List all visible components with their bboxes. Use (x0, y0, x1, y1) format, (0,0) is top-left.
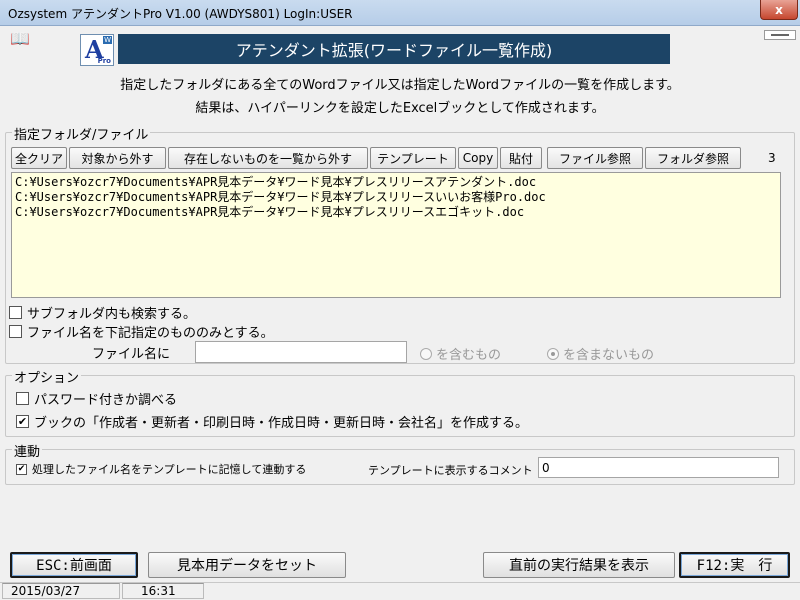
paste-button[interactable]: 貼付 (500, 147, 542, 169)
check-mark-icon[interactable]: ✔ (16, 463, 27, 475)
app-logo: A W Pro (80, 34, 114, 66)
filename-input[interactable] (195, 341, 407, 363)
list-item[interactable]: C:¥Users¥ozcr7¥Documents¥APR見本データ¥ワード見本¥… (15, 190, 777, 205)
check-mark-icon[interactable]: ✔ (16, 415, 29, 428)
create-properties-checkbox[interactable]: ✔ ブックの「作成者・更新者・印刷日時・作成日時・更新日時・会社名」を作成する。 (16, 412, 528, 431)
window-close-button[interactable]: x (760, 0, 798, 20)
file-count: 3 (768, 151, 776, 165)
browse-file-button[interactable]: ファイル参照 (547, 147, 643, 169)
create-properties-label: ブックの「作成者・更新者・印刷日時・作成日時・更新日時・会社名」を作成する。 (34, 416, 529, 431)
filename-label: ファイル名に (92, 347, 171, 362)
radio-contains-label: を含むもの (436, 348, 502, 363)
checkbox-box[interactable] (9, 306, 22, 319)
radio-not-contains-button[interactable] (547, 347, 559, 360)
check-password-label: パスワード付きか調べる (34, 393, 178, 408)
run-button[interactable]: F12:実 行 (679, 552, 790, 578)
template-comment-input[interactable] (538, 457, 779, 478)
template-button[interactable]: テンプレート (370, 147, 456, 169)
radio-contains[interactable]: を含むもの (420, 344, 501, 363)
files-group-label: 指定フォルダ/ファイル (12, 124, 151, 143)
copy-button[interactable]: Copy (458, 147, 498, 169)
remember-template-checkbox[interactable]: ✔ 処理したファイル名をテンプレートに記憶して連動する (16, 461, 306, 477)
radio-contains-button[interactable] (420, 347, 432, 360)
book-icon[interactable]: 📖 (10, 30, 34, 48)
show-previous-result-button[interactable]: 直前の実行結果を表示 (483, 552, 675, 578)
description-line-1: 指定したフォルダにある全てのWordファイル又は指定したWordファイルの一覧を… (120, 78, 680, 93)
header-banner: アテンダント拡張(ワードファイル一覧作成) (118, 34, 670, 64)
radio-not-contains[interactable]: を含まないもの (547, 344, 654, 363)
status-time: 16:31 (122, 583, 204, 599)
status-date: 2015/03/27 (2, 583, 120, 599)
clear-all-button[interactable]: 全クリア (11, 147, 67, 169)
checkbox-box[interactable] (16, 392, 29, 405)
template-comment-label: テンプレートに表示するコメント (368, 464, 533, 477)
remove-selected-button[interactable]: 対象から外す (69, 147, 166, 169)
logo-sub: Pro (97, 57, 111, 65)
link-group-label: 連動 (12, 441, 43, 460)
status-bar (0, 582, 800, 600)
list-item[interactable]: C:¥Users¥ozcr7¥Documents¥APR見本データ¥ワード見本¥… (15, 205, 777, 220)
logo-badge: W (103, 36, 112, 44)
minimize-icon[interactable] (764, 30, 796, 40)
check-password-checkbox[interactable]: パスワード付きか調べる (16, 389, 177, 408)
set-sample-data-button[interactable]: 見本用データをセット (148, 552, 346, 578)
back-button[interactable]: ESC:前画面 (10, 552, 138, 578)
checkbox-box[interactable] (9, 325, 22, 338)
remember-template-label: 処理したファイル名をテンプレートに記憶して連動する (32, 463, 307, 476)
filter-by-name-label: ファイル名を下記指定のもののみとする。 (27, 326, 274, 341)
options-group-label: オプション (12, 367, 82, 386)
description-line-2: 結果は、ハイパーリンクを設定したExcelブックとして作成されます。 (195, 101, 605, 116)
radio-not-contains-label: を含まないもの (563, 348, 655, 363)
window-title: Ozsystem アテンダントPro V1.00 (AWDYS801) LogI… (8, 7, 353, 21)
search-subfolders-checkbox[interactable]: サブフォルダ内も検索する。 (9, 303, 196, 322)
filter-by-name-checkbox[interactable]: ファイル名を下記指定のもののみとする。 (9, 322, 274, 341)
browse-folder-button[interactable]: フォルダ参照 (645, 147, 741, 169)
remove-missing-button[interactable]: 存在しないものを一覧から外す (168, 147, 368, 169)
list-item[interactable]: C:¥Users¥ozcr7¥Documents¥APR見本データ¥ワード見本¥… (15, 175, 777, 190)
search-subfolders-label: サブフォルダ内も検索する。 (27, 307, 197, 322)
file-list[interactable]: C:¥Users¥ozcr7¥Documents¥APR見本データ¥ワード見本¥… (11, 172, 781, 298)
